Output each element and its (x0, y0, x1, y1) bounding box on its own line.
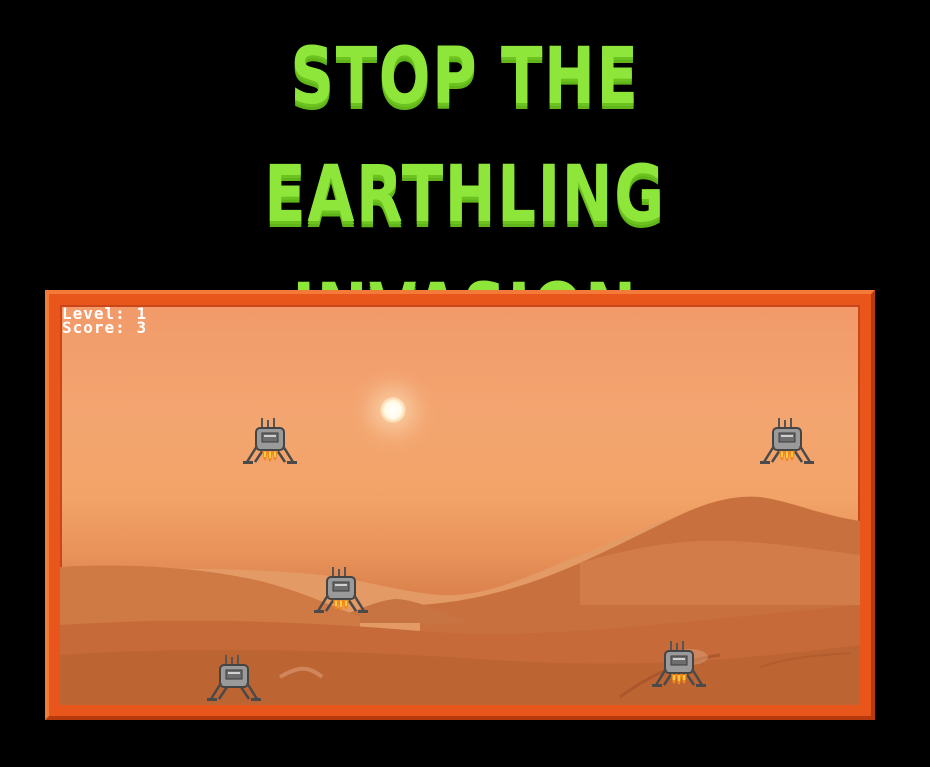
title-line-1: STOP THE (290, 32, 640, 122)
lander-icon[interactable] (650, 639, 708, 697)
game-page: STOP THE EARTHLING INVASION (0, 0, 930, 767)
lander-icon[interactable] (241, 416, 299, 474)
score-label: Score: (62, 318, 126, 337)
sun-icon (380, 397, 406, 423)
score-value: 3 (136, 318, 148, 337)
game-frame: Level: 1 Score: 3 (45, 290, 875, 720)
lander-icon[interactable] (312, 565, 370, 623)
game-canvas[interactable]: Level: 1 Score: 3 (60, 305, 860, 705)
lander-icon[interactable] (758, 416, 816, 474)
mars-terrain (60, 496, 860, 705)
lander-icon[interactable] (205, 653, 263, 705)
score-readout: Score: 3 (62, 318, 148, 337)
hud: Level: 1 Score: 3 (62, 306, 148, 337)
